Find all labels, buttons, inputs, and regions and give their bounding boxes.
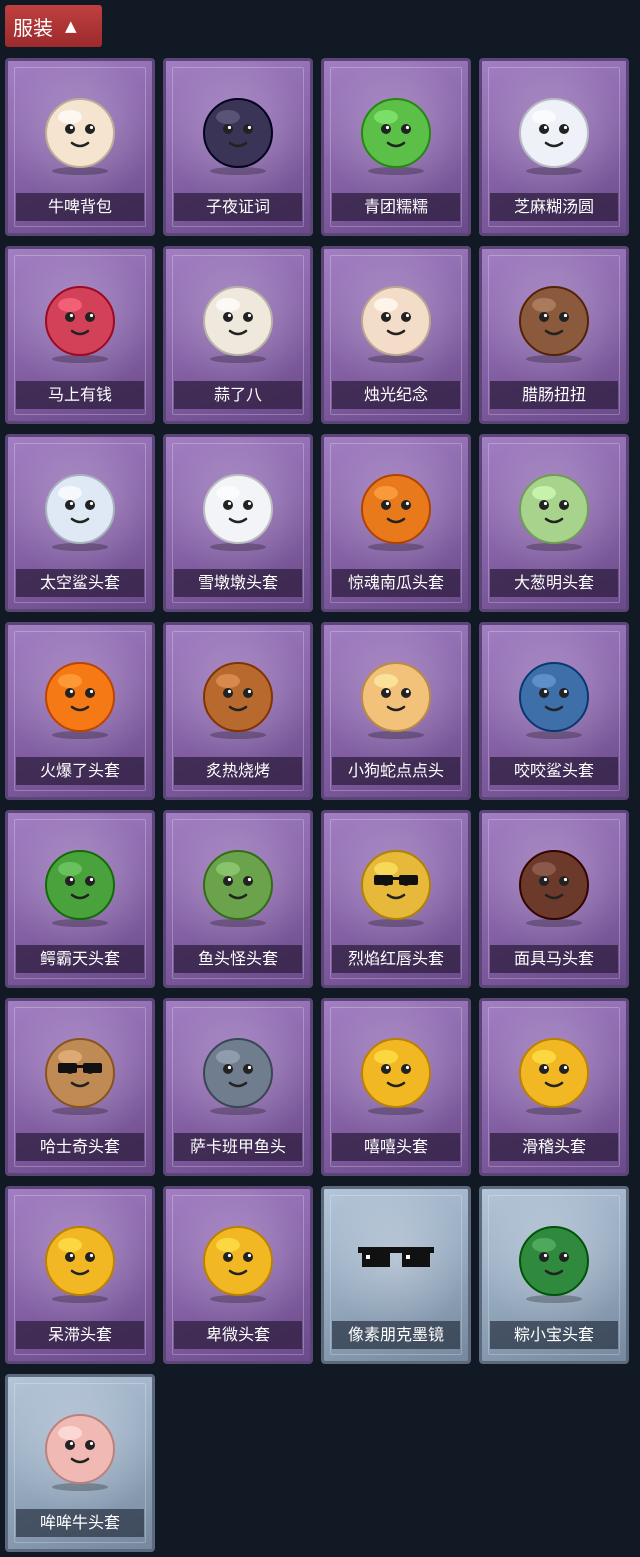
scallion-helmet-icon: [508, 461, 600, 557]
outfit-item-card[interactable]: 哈士奇头套: [5, 998, 155, 1176]
outfit-item-card[interactable]: 子夜证词: [163, 58, 313, 236]
outfit-item-card[interactable]: 咬咬鲨头套: [479, 622, 629, 800]
grin-emoji-icon: [350, 1025, 442, 1121]
outfit-item-label: 大葱明头套: [490, 569, 618, 597]
red-horse-head-icon: [34, 273, 126, 369]
outfit-item-card[interactable]: 烈焰红唇头套: [321, 810, 471, 988]
outfit-item-label: 子夜证词: [174, 193, 302, 221]
outfit-item-label: 滑稽头套: [490, 1133, 618, 1161]
outfit-item-card[interactable]: 牛啤背包: [5, 58, 155, 236]
outfit-item-label: 马上有钱: [16, 381, 144, 409]
garlic-icon: [192, 273, 284, 369]
outfit-item-card[interactable]: 蒜了八: [163, 246, 313, 424]
space-shark-helmet-icon: [34, 461, 126, 557]
grilled-meat-icon: [192, 649, 284, 745]
outfit-item-card[interactable]: 烛光纪念: [321, 246, 471, 424]
humble-emoji-icon: [192, 1213, 284, 1309]
outfit-item-label: 嘻嘻头套: [332, 1133, 460, 1161]
outfit-item-card[interactable]: 嘻嘻头套: [321, 998, 471, 1176]
outfit-item-card[interactable]: 粽小宝头套: [479, 1186, 629, 1364]
candle-icon: [350, 273, 442, 369]
outfit-item-label: 蒜了八: [174, 381, 302, 409]
dumpling-icon: [508, 85, 600, 181]
outfit-item-label: 萨卡班甲鱼头: [174, 1133, 302, 1161]
outfit-section-header[interactable]: 服装 ▲: [5, 5, 102, 47]
outfit-item-card[interactable]: 青团糯糯: [321, 58, 471, 236]
dog-snake-icon: [350, 649, 442, 745]
outfit-item-label: 炙热烧烤: [174, 757, 302, 785]
outfit-item-card[interactable]: 炙热烧烤: [163, 622, 313, 800]
outfit-item-label: 烛光纪念: [332, 381, 460, 409]
outfit-item-label: 小狗蛇点点头: [332, 757, 460, 785]
green-rice-ball-icon: [350, 85, 442, 181]
outfit-item-card[interactable]: 火爆了头套: [5, 622, 155, 800]
outfit-item-label: 像素朋克墨镜: [332, 1321, 460, 1349]
outfit-item-card[interactable]: 像素朋克墨镜: [321, 1186, 471, 1364]
crocodile-helmet-icon: [34, 837, 126, 933]
outfit-item-label: 哞哞牛头套: [16, 1509, 144, 1537]
outfit-item-label: 雪墩墩头套: [174, 569, 302, 597]
outfit-item-card[interactable]: 卑微头套: [163, 1186, 313, 1364]
outfit-item-card[interactable]: 鳄霸天头套: [5, 810, 155, 988]
cow-beer-barrel-icon: [34, 85, 126, 181]
dazed-emoji-icon: [34, 1213, 126, 1309]
sacabambaspis-icon: [192, 1025, 284, 1121]
outfit-grid: 牛啤背包 子夜证词 青团糯糯 芝麻糊汤圆马上有钱 蒜了八 烛光纪念 腊肠扭扭太空鲨头套 雪墩墩…: [5, 58, 629, 1552]
outfit-item-label: 火爆了头套: [16, 757, 144, 785]
outfit-item-label: 腊肠扭扭: [490, 381, 618, 409]
outfit-item-card[interactable]: 腊肠扭扭: [479, 246, 629, 424]
pumpkin-helmet-icon: [350, 461, 442, 557]
yellow-mask-sunglasses-icon: [350, 837, 442, 933]
outfit-item-label: 牛啤背包: [16, 193, 144, 221]
outfit-item-card[interactable]: 哞哞牛头套: [5, 1374, 155, 1552]
sausage-dog-icon: [508, 273, 600, 369]
crow-doctor-figure-icon: [192, 85, 284, 181]
fire-helmet-icon: [34, 649, 126, 745]
outfit-item-label: 鱼头怪头套: [174, 945, 302, 973]
outfit-item-card[interactable]: 惊魂南瓜头套: [321, 434, 471, 612]
outfit-item-card[interactable]: 滑稽头套: [479, 998, 629, 1176]
horse-mask-icon: [508, 837, 600, 933]
outfit-item-label: 太空鲨头套: [16, 569, 144, 597]
outfit-item-label: 呆滞头套: [16, 1321, 144, 1349]
shark-helmet-icon: [508, 649, 600, 745]
outfit-item-label: 卑微头套: [174, 1321, 302, 1349]
outfit-item-card[interactable]: 雪墩墩头套: [163, 434, 313, 612]
outfit-item-label: 鳄霸天头套: [16, 945, 144, 973]
outfit-item-card[interactable]: 太空鲨头套: [5, 434, 155, 612]
outfit-item-label: 惊魂南瓜头套: [332, 569, 460, 597]
outfit-item-card[interactable]: 马上有钱: [5, 246, 155, 424]
outfit-item-label: 面具马头套: [490, 945, 618, 973]
husky-sunglasses-icon: [34, 1025, 126, 1121]
outfit-item-label: 青团糯糯: [332, 193, 460, 221]
outfit-item-card[interactable]: 面具马头套: [479, 810, 629, 988]
outfit-item-label: 哈士奇头套: [16, 1133, 144, 1161]
outfit-item-card[interactable]: 鱼头怪头套: [163, 810, 313, 988]
outfit-item-card[interactable]: 大葱明头套: [479, 434, 629, 612]
outfit-item-card[interactable]: 萨卡班甲鱼头: [163, 998, 313, 1176]
outfit-item-label: 烈焰红唇头套: [332, 945, 460, 973]
outfit-item-label: 粽小宝头套: [490, 1321, 618, 1349]
outfit-item-card[interactable]: 芝麻糊汤圆: [479, 58, 629, 236]
cow-helmet-icon: [34, 1401, 126, 1497]
outfit-item-card[interactable]: 小狗蛇点点头: [321, 622, 471, 800]
zongzi-helmet-icon: [508, 1213, 600, 1309]
outfit-item-card[interactable]: 呆滞头套: [5, 1186, 155, 1364]
snowman-helmet-icon: [192, 461, 284, 557]
smirk-emoji-icon: [508, 1025, 600, 1121]
pixel-sunglasses-icon: [350, 1213, 442, 1309]
outfit-item-label: 咬咬鲨头套: [490, 757, 618, 785]
outfit-item-label: 芝麻糊汤圆: [490, 193, 618, 221]
fish-head-helmet-icon: [192, 837, 284, 933]
section-title: 服装: [13, 15, 53, 40]
chevron-up-icon[interactable]: ▲: [65, 17, 77, 35]
